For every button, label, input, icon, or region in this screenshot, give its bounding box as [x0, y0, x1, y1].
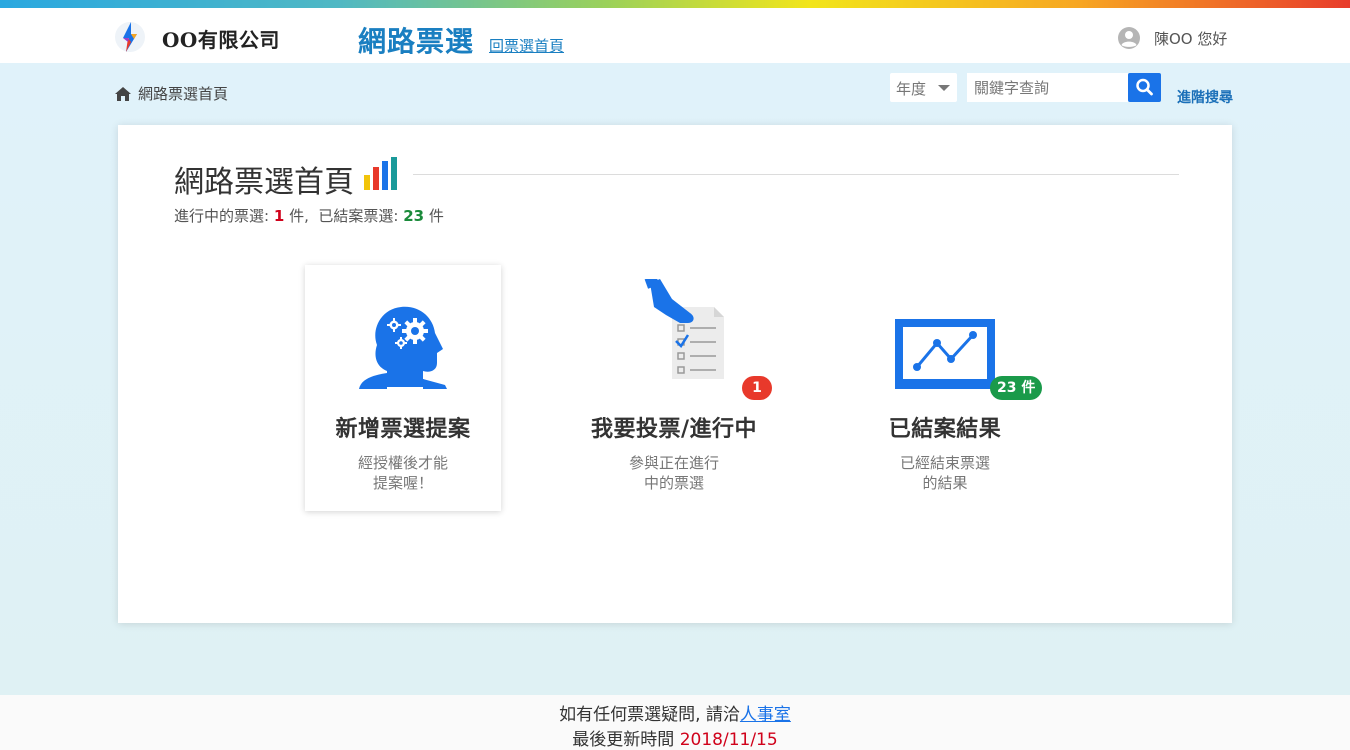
ongoing-count-badge: 1 件 [742, 376, 772, 420]
hr-office-link[interactable]: 人事室 [740, 705, 791, 725]
tile-description: 參與正在進行 中的票選 [614, 453, 734, 493]
year-select[interactable]: 年度 [890, 73, 957, 102]
tile-description: 經授權後才能 提案喔！ [343, 453, 463, 493]
tile-desc-line: 已經結束票選 [899, 454, 990, 472]
tile-title: 我要投票/進行中 [590, 417, 758, 442]
tile-desc-line: 經授權後才能 [357, 454, 448, 472]
header: OO有限公司 網路票選 回票選首頁 陳OO 您好 [0, 8, 1350, 63]
search-button[interactable] [1128, 73, 1161, 102]
vote-summary: 進行中的票選: 1 件, 已結案票選: 23 件 [174, 205, 444, 226]
monitor-chart-icon [895, 319, 995, 389]
last-updated-label: 最後更新時間 [572, 730, 675, 750]
year-select-value: 年度 [896, 80, 927, 98]
closed-count-badge: 23 件 [990, 376, 1043, 400]
user-avatar-icon[interactable] [1118, 27, 1140, 49]
tile-description: 已經結束票選 的結果 [885, 453, 1005, 493]
company-logo-icon [115, 22, 145, 52]
main-card: 網路票選首頁 進行中的票選: 1 件, 已結案票選: 23 件 新增票選提案 經… [118, 125, 1232, 623]
tile-desc-line: 中的票選 [643, 474, 704, 492]
advanced-search-link[interactable]: 進階搜尋 [1177, 87, 1233, 107]
closed-unit: 件 [428, 207, 444, 225]
last-updated-date: 2018/11/15 [679, 730, 778, 750]
breadcrumb: 網路票選首頁 [114, 83, 228, 104]
tile-desc-line: 參與正在進行 [628, 454, 719, 472]
tile-vote-ongoing[interactable]: 1 件 我要投票/進行中 參與正在進行 中的票選 [576, 265, 772, 511]
tile-title: 已結案結果 [888, 417, 1002, 442]
footer: 如有任何票選疑問, 請洽人事室 最後更新時間 2018/11/15 [0, 695, 1350, 750]
page-title: 網路票選首頁 [174, 165, 354, 200]
top-color-bar [0, 0, 1350, 8]
title-divider [413, 174, 1179, 175]
footer-contact-text: 如有任何票選疑問, 請洽 [559, 705, 740, 725]
home-icon[interactable] [114, 86, 132, 102]
site-title: 網路票選 [358, 25, 475, 58]
ongoing-label: 進行中的票選: [174, 207, 270, 225]
bar-chart-icon [364, 157, 397, 190]
ballot-vote-icon [644, 279, 724, 379]
tile-closed-results[interactable]: 23 件 已結案結果 已經結束票選 的結果 [847, 265, 1043, 511]
ongoing-count: 1 [273, 207, 285, 225]
chevron-down-icon [938, 85, 950, 91]
search-icon [1136, 78, 1153, 96]
head-gears-icon [359, 306, 447, 389]
back-to-home-link[interactable]: 回票選首頁 [489, 35, 564, 56]
closed-count: 23 [403, 207, 425, 225]
closed-label: 已結案票選: [318, 207, 399, 225]
keyword-search-input[interactable] [967, 73, 1128, 102]
footer-updated: 最後更新時間 2018/11/15 [0, 725, 1350, 750]
footer-contact: 如有任何票選疑問, 請洽人事室 [0, 700, 1350, 725]
company-name: OO有限公司 [162, 28, 280, 52]
ongoing-unit: 件, [289, 207, 309, 225]
tile-title: 新增票選提案 [335, 417, 471, 442]
tile-desc-line: 提案喔！ [372, 474, 433, 492]
tile-new-proposal[interactable]: 新增票選提案 經授權後才能 提案喔！ [305, 265, 501, 511]
user-greeting[interactable]: 陳OO 您好 [1154, 28, 1227, 49]
breadcrumb-label[interactable]: 網路票選首頁 [138, 83, 228, 104]
tile-desc-line: 的結果 [922, 474, 968, 492]
